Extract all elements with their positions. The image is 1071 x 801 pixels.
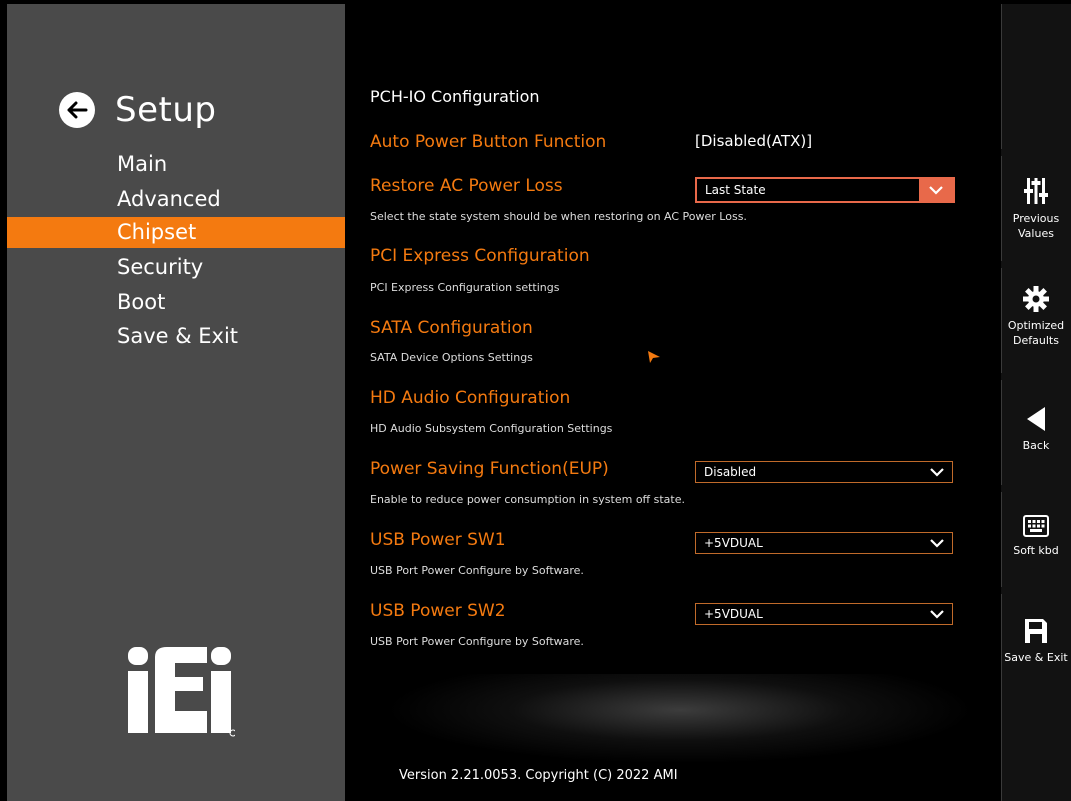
option-auto-power-button-label[interactable]: Auto Power Button Function	[370, 132, 606, 152]
previous-values-button[interactable]: Previous Values	[1001, 177, 1071, 241]
iei-logo	[128, 647, 235, 737]
soft-kbd-button[interactable]: Soft kbd	[1001, 515, 1071, 558]
back-button[interactable]: Back	[1001, 406, 1071, 453]
option-usb-power-sw2-label[interactable]: USB Power SW2	[370, 601, 506, 621]
chevron-down-icon	[922, 462, 952, 482]
nav-item-advanced[interactable]: Advanced	[7, 184, 345, 215]
decorative-glow	[385, 674, 975, 764]
option-usb-power-sw1-help: USB Port Power Configure by Software.	[370, 564, 584, 577]
back-label: Back	[1022, 439, 1050, 452]
option-hd-audio-label[interactable]: HD Audio Configuration	[370, 388, 570, 408]
sliders-icon	[1024, 178, 1048, 204]
nav-item-boot[interactable]: Boot	[7, 287, 345, 318]
power-saving-dropdown[interactable]: Disabled	[695, 461, 953, 483]
usb-power-sw2-dropdown[interactable]: +5VDUAL	[695, 603, 953, 625]
nav-item-security[interactable]: Security	[7, 252, 345, 283]
usb-power-sw1-dropdown[interactable]: +5VDUAL	[695, 532, 953, 554]
power-saving-value: Disabled	[704, 465, 757, 479]
save-disk-icon	[1025, 619, 1047, 643]
restore-ac-value: Last State	[697, 179, 919, 201]
chevron-down-icon	[922, 604, 952, 624]
option-restore-ac-label[interactable]: Restore AC Power Loss	[370, 176, 563, 196]
option-power-saving-label[interactable]: Power Saving Function(EUP)	[370, 459, 609, 479]
setup-title: Setup	[115, 90, 217, 130]
nav-panel: Setup Main Advanced Chipset Security Boo…	[7, 4, 345, 801]
gear-icon	[1023, 286, 1049, 312]
keyboard-icon	[1023, 515, 1049, 537]
soft-kbd-label: Soft kbd	[1013, 544, 1059, 557]
option-hd-audio-help: HD Audio Subsystem Configuration Setting…	[370, 422, 613, 435]
chevron-down-icon	[922, 533, 952, 553]
chevron-down-icon	[919, 179, 953, 201]
back-triangle-icon	[1027, 407, 1045, 431]
nav-item-main[interactable]: Main	[7, 149, 345, 180]
usb-power-sw2-value: +5VDUAL	[704, 607, 763, 621]
toolbar-divider	[1001, 4, 1002, 149]
option-usb-power-sw1-label[interactable]: USB Power SW1	[370, 530, 506, 550]
option-sata-help: SATA Device Options Settings	[370, 351, 533, 364]
save-exit-button[interactable]: Save & Exit	[1001, 618, 1071, 665]
optimized-defaults-button[interactable]: Optimized Defaults	[1001, 286, 1071, 348]
mouse-cursor-icon	[648, 351, 660, 363]
back-arrow-icon[interactable]	[59, 92, 95, 128]
page-title: PCH-IO Configuration	[370, 87, 540, 106]
option-power-saving-help: Enable to reduce power consumption in sy…	[370, 493, 685, 506]
save-exit-label: Save & Exit	[1004, 651, 1068, 664]
option-sata-label[interactable]: SATA Configuration	[370, 318, 533, 338]
setup-header: Setup	[59, 90, 216, 130]
optimized-defaults-label-1: Optimized	[1007, 319, 1065, 332]
restore-ac-dropdown[interactable]: Last State	[695, 177, 955, 203]
main-panel: PCH-IO Configuration Auto Power Button F…	[345, 4, 1001, 801]
option-usb-power-sw2-help: USB Port Power Configure by Software.	[370, 635, 584, 648]
nav-item-chipset[interactable]: Chipset	[7, 217, 345, 248]
version-text: Version 2.21.0053. Copyright (C) 2022 AM…	[399, 768, 678, 783]
option-auto-power-button-value: [Disabled(ATX)]	[695, 132, 813, 150]
optimized-defaults-label-2: Defaults	[1013, 334, 1059, 347]
usb-power-sw1-value: +5VDUAL	[704, 536, 763, 550]
previous-values-label-2: Values	[1018, 227, 1054, 240]
option-restore-ac-help: Select the state system should be when r…	[370, 210, 747, 223]
nav-item-save-exit[interactable]: Save & Exit	[7, 321, 345, 352]
previous-values-label-1: Previous	[1012, 212, 1060, 225]
option-pci-express-label[interactable]: PCI Express Configuration	[370, 246, 590, 266]
option-pci-express-help: PCI Express Configuration settings	[370, 281, 560, 294]
toolbar: Previous Values Optimized Defaults Back …	[1001, 4, 1071, 801]
